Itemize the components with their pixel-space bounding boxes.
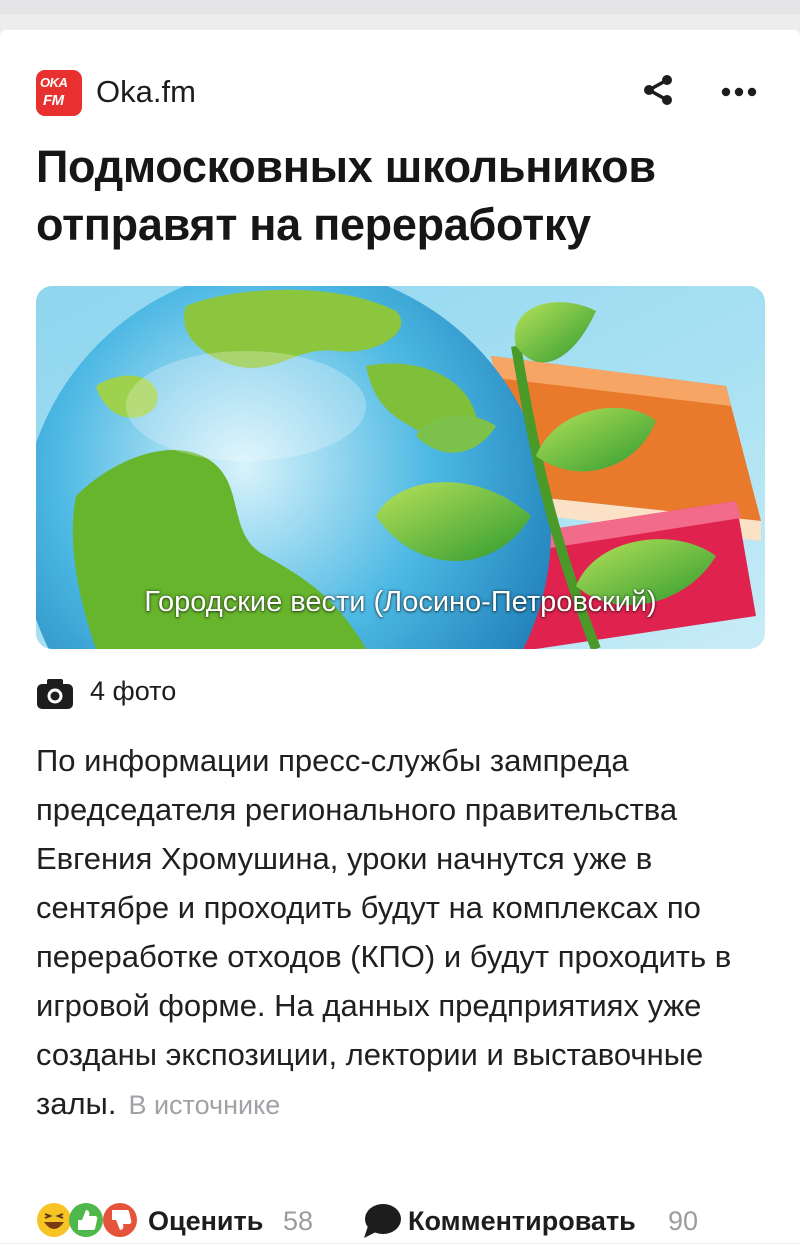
source-logo[interactable]: OKA FM: [36, 70, 82, 116]
comment-count: 90: [668, 1206, 699, 1236]
article-image[interactable]: Городские вести (Лосино-Петровский): [36, 286, 765, 649]
top-separator: [0, 0, 800, 14]
share-icon[interactable]: [640, 72, 676, 108]
thumbs-down-icon: [103, 1203, 137, 1237]
source-link[interactable]: В источнике: [128, 1090, 280, 1120]
article-body-text: По информации пресс-службы зампреда пред…: [36, 743, 732, 1121]
camera-icon: [37, 679, 73, 709]
rate-button[interactable]: Оценить: [148, 1206, 263, 1237]
more-dots-icon[interactable]: [720, 74, 758, 110]
article-body: По информации пресс-службы зампреда пред…: [36, 736, 776, 1130]
reaction-icons[interactable]: [36, 1200, 140, 1240]
thumbs-up-icon: [69, 1203, 103, 1237]
source-name[interactable]: Oka.fm: [96, 74, 196, 110]
comment-button[interactable]: Комментировать: [408, 1206, 636, 1237]
image-caption: Городские вести (Лосино-Петровский): [144, 586, 657, 618]
speech-bubble-icon[interactable]: [362, 1202, 402, 1240]
card-header: OKA FM Oka.fm: [36, 68, 764, 116]
logo-text-bottom: FM: [43, 92, 64, 109]
article-title[interactable]: Подмосковных школьников отправят на пере…: [36, 138, 766, 254]
photo-count-label: 4 фото: [90, 676, 177, 706]
card-footer: Оценить 58 Комментировать 90: [36, 1200, 800, 1244]
laughing-emoji-icon: [37, 1203, 71, 1237]
logo-text-top: OKA: [40, 75, 68, 90]
rate-count: 58: [283, 1206, 314, 1236]
news-card: OKA FM Oka.fm Подмосковных школьников от…: [0, 30, 800, 1243]
